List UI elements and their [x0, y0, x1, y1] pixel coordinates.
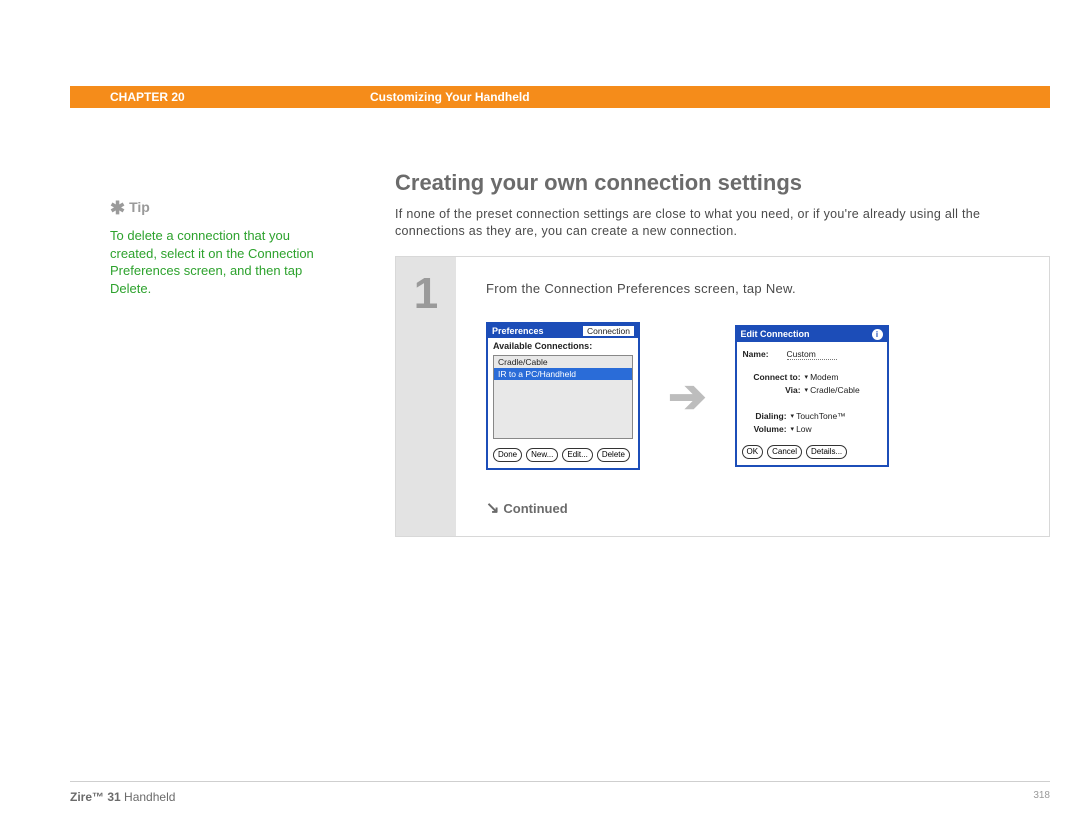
preferences-buttons: Done New... Edit... Delete [488, 444, 638, 468]
step-instruction: From the Connection Preferences screen, … [486, 281, 1029, 296]
footer-divider [70, 781, 1050, 782]
edit-connection-screen: Edit Connection i Name: Custom Connect t… [735, 325, 889, 467]
edit-title: Edit Connection [741, 329, 810, 339]
edit-body: Name: Custom Connect to: ▾ Modem Via: ▾ [737, 342, 887, 441]
preferences-category[interactable]: Connection [583, 326, 634, 336]
chapter-label: CHAPTER 20 [110, 90, 370, 104]
name-input[interactable]: Custom [787, 349, 837, 360]
tip-sidebar: ✱Tip To delete a connection that you cre… [110, 196, 340, 297]
volume-label: Volume: [743, 424, 787, 434]
arrow-right-icon: ➔ [668, 373, 707, 419]
chapter-title: Customizing Your Handheld [370, 90, 530, 104]
screens-row: Preferences Connection Available Connect… [486, 322, 1029, 470]
info-icon[interactable]: i [872, 329, 883, 340]
page-footer: Zire™ 31 Handheld 318 [70, 790, 1050, 804]
volume-row: Volume: ▾ Low [743, 424, 881, 434]
edit-buttons: OK Cancel Details... [737, 441, 887, 465]
edit-titlebar: Edit Connection i [737, 327, 887, 342]
dialing-value[interactable]: TouchTone™ [796, 411, 846, 421]
section-heading: Creating your own connection settings [395, 170, 1050, 196]
dropdown-icon[interactable]: ▾ [791, 412, 795, 420]
product-rest: Handheld [121, 790, 176, 804]
tip-heading: ✱Tip [110, 196, 340, 221]
continued-text: Continued [503, 501, 567, 516]
cancel-button[interactable]: Cancel [767, 445, 802, 459]
via-row: Via: ▾ Cradle/Cable [743, 385, 881, 395]
connect-label: Connect to: [743, 372, 801, 382]
dialing-label: Dialing: [743, 411, 787, 421]
details-button[interactable]: Details... [806, 445, 847, 459]
connect-value[interactable]: Modem [810, 372, 838, 382]
list-item[interactable]: IR to a PC/Handheld [494, 368, 632, 380]
name-label: Name: [743, 349, 783, 359]
via-value[interactable]: Cradle/Cable [810, 385, 860, 395]
delete-button[interactable]: Delete [597, 448, 630, 462]
main-content: Creating your own connection settings If… [395, 170, 1050, 537]
preferences-screen: Preferences Connection Available Connect… [486, 322, 640, 470]
new-button[interactable]: New... [526, 448, 558, 462]
name-row: Name: Custom [743, 349, 881, 360]
preferences-titlebar: Preferences Connection [488, 324, 638, 338]
continued-arrow-icon: ↘ [486, 498, 499, 518]
connect-row: Connect to: ▾ Modem [743, 372, 881, 382]
asterisk-icon: ✱ [110, 198, 125, 218]
tip-body: To delete a connection that you created,… [110, 227, 340, 297]
chapter-header: CHAPTER 20 Customizing Your Handheld [70, 86, 1050, 108]
section-intro: If none of the preset connection setting… [395, 206, 1050, 240]
step-content: From the Connection Preferences screen, … [456, 257, 1049, 536]
preferences-title: Preferences [492, 326, 544, 336]
continued-label: ↘ Continued [486, 498, 1029, 518]
product-bold: Zire™ 31 [70, 790, 121, 804]
volume-value[interactable]: Low [796, 424, 812, 434]
product-name: Zire™ 31 Handheld [70, 790, 175, 804]
done-button[interactable]: Done [493, 448, 522, 462]
ok-button[interactable]: OK [742, 445, 764, 459]
available-connections-label: Available Connections: [488, 338, 638, 353]
via-label: Via: [743, 385, 801, 395]
dropdown-icon[interactable]: ▾ [791, 425, 795, 433]
step-number: 1 [396, 257, 456, 536]
dialing-row: Dialing: ▾ TouchTone™ [743, 411, 881, 421]
edit-button[interactable]: Edit... [562, 448, 592, 462]
dropdown-icon[interactable]: ▾ [805, 386, 809, 394]
connections-list[interactable]: Cradle/Cable IR to a PC/Handheld [493, 355, 633, 439]
page-number: 318 [1033, 790, 1050, 804]
list-item[interactable]: Cradle/Cable [494, 356, 632, 368]
step-box: 1 From the Connection Preferences screen… [395, 256, 1050, 537]
tip-label: Tip [129, 199, 150, 215]
dropdown-icon[interactable]: ▾ [805, 373, 809, 381]
